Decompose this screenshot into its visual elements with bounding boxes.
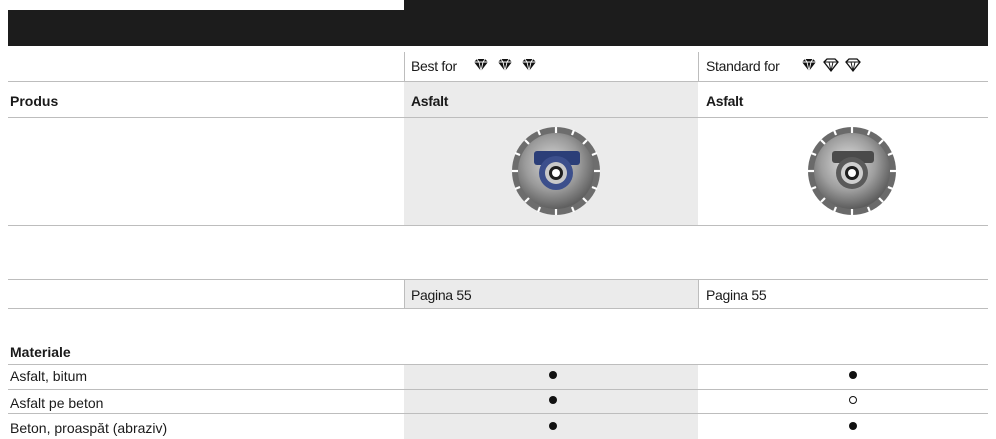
grade-label-best: Best for <box>411 58 457 74</box>
header-bar <box>8 10 988 46</box>
diamond-filled-icon <box>802 58 816 72</box>
page-ref-col1: Pagina 55 <box>411 287 472 303</box>
product-image-col2 <box>808 127 896 215</box>
rule <box>8 389 988 390</box>
header-bar-notch <box>8 0 404 10</box>
product-name-col2: Asfalt <box>706 93 744 109</box>
gem-rating-best <box>474 58 536 72</box>
product-name-col1: Asfalt <box>411 93 449 109</box>
product-row-label: Produs <box>10 93 59 109</box>
suitability-dot-filled <box>849 422 857 430</box>
grade-label-standard: Standard for <box>706 58 780 74</box>
product-image-col1 <box>512 127 600 215</box>
material-label: Asfalt, bitum <box>10 368 88 384</box>
suitability-dot-empty <box>849 396 857 404</box>
rule <box>8 117 988 118</box>
rule <box>8 308 988 309</box>
suitability-dot-filled <box>549 371 557 379</box>
diamond-filled-icon <box>474 58 488 72</box>
column-divider <box>404 280 405 308</box>
suitability-dot-filled <box>549 422 557 430</box>
column-divider <box>698 52 699 82</box>
diamond-filled-icon <box>522 58 536 72</box>
diamond-outline-icon <box>845 58 861 73</box>
material-label: Beton, proaspăt (abraziv) <box>10 420 168 436</box>
column-divider <box>404 52 405 82</box>
materials-title: Materiale <box>10 344 71 360</box>
suitability-dot-filled <box>549 396 557 404</box>
gem-rating-standard <box>802 58 861 73</box>
rule <box>8 225 988 226</box>
diamond-outline-icon <box>823 58 839 73</box>
rule <box>8 413 988 414</box>
material-label: Asfalt pe beton <box>10 395 104 411</box>
column-divider <box>698 280 699 308</box>
diamond-filled-icon <box>498 58 512 72</box>
suitability-dot-filled <box>849 371 857 379</box>
page-ref-col2: Pagina 55 <box>706 287 767 303</box>
header-bar-tab <box>404 0 988 10</box>
